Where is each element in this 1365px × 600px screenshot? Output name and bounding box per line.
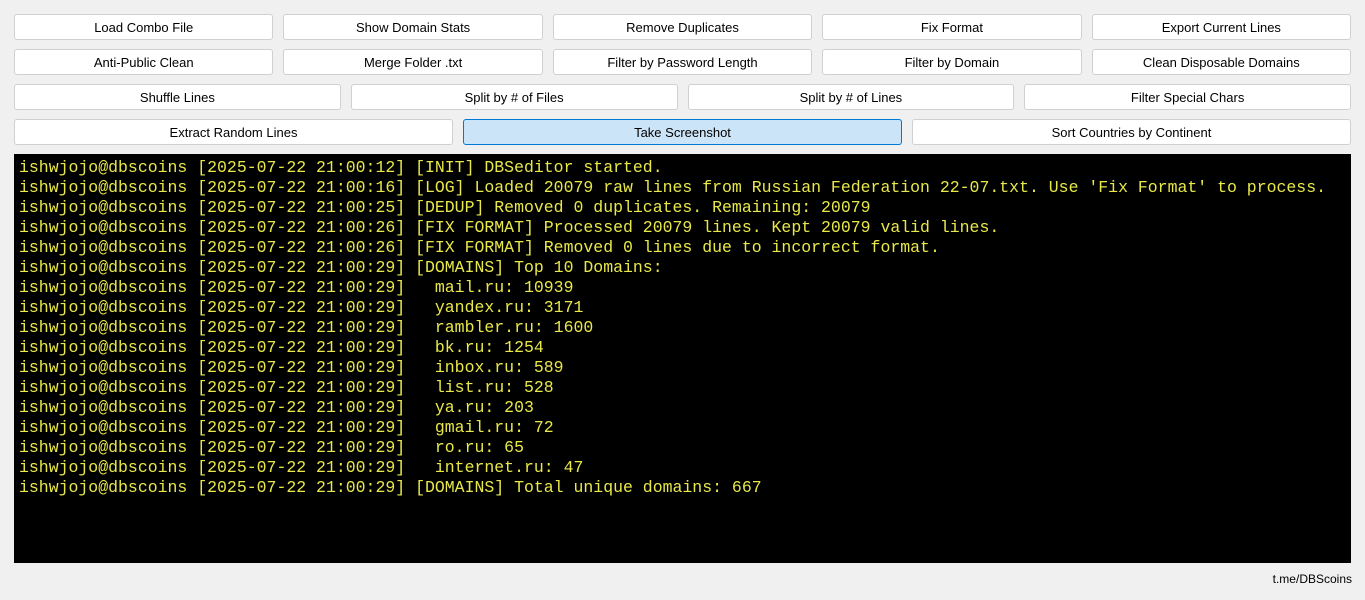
log-console[interactable]: ishwjojo@dbscoins [2025-07-22 21:00:12] … — [14, 154, 1351, 563]
log-line: ishwjojo@dbscoins [2025-07-22 21:00:26] … — [19, 218, 1000, 237]
shuffle-lines-button[interactable]: Shuffle Lines — [14, 84, 341, 110]
button-toolbar: Load Combo File Show Domain Stats Remove… — [14, 14, 1352, 154]
button-row-1: Load Combo File Show Domain Stats Remove… — [14, 14, 1352, 40]
sort-countries-by-continent-button[interactable]: Sort Countries by Continent — [912, 119, 1351, 145]
export-current-lines-button[interactable]: Export Current Lines — [1091, 14, 1352, 40]
clean-disposable-domains-button[interactable]: Clean Disposable Domains — [1091, 49, 1352, 75]
button-row-4: Extract Random Lines Take Screenshot Sor… — [14, 119, 1351, 145]
fix-format-button[interactable]: Fix Format — [822, 14, 1082, 40]
log-line: ishwjojo@dbscoins [2025-07-22 21:00:29] … — [19, 478, 762, 497]
extract-random-lines-button[interactable]: Extract Random Lines — [14, 119, 453, 145]
log-line: ishwjojo@dbscoins [2025-07-22 21:00:29] … — [19, 358, 564, 377]
log-line: ishwjojo@dbscoins [2025-07-22 21:00:29] … — [19, 418, 554, 437]
button-row-3: Shuffle Lines Split by # of Files Split … — [14, 84, 1351, 110]
log-line: ishwjojo@dbscoins [2025-07-22 21:00:29] … — [19, 338, 544, 357]
log-line: ishwjojo@dbscoins [2025-07-22 21:00:29] … — [19, 458, 584, 477]
split-by-lines-button[interactable]: Split by # of Lines — [687, 84, 1015, 110]
log-line: ishwjojo@dbscoins [2025-07-22 21:00:25] … — [19, 198, 871, 217]
show-domain-stats-button[interactable]: Show Domain Stats — [283, 14, 543, 40]
log-line: ishwjojo@dbscoins [2025-07-22 21:00:29] … — [19, 438, 524, 457]
log-line: ishwjojo@dbscoins [2025-07-22 21:00:29] … — [19, 278, 574, 297]
take-screenshot-button[interactable]: Take Screenshot — [463, 119, 902, 145]
telegram-link[interactable]: t.me/DBScoins — [1273, 572, 1352, 586]
log-line: ishwjojo@dbscoins [2025-07-22 21:00:12] … — [19, 158, 663, 177]
log-line: ishwjojo@dbscoins [2025-07-22 21:00:29] … — [19, 318, 594, 337]
log-line: ishwjojo@dbscoins [2025-07-22 21:00:29] … — [19, 258, 663, 277]
log-line: ishwjojo@dbscoins [2025-07-22 21:00:29] … — [19, 298, 584, 317]
log-line: ishwjojo@dbscoins [2025-07-22 21:00:16] … — [19, 178, 1327, 197]
log-line: ishwjojo@dbscoins [2025-07-22 21:00:29] … — [19, 398, 534, 417]
anti-public-clean-button[interactable]: Anti-Public Clean — [14, 49, 274, 75]
filter-special-chars-button[interactable]: Filter Special Chars — [1024, 84, 1351, 110]
merge-folder-txt-button[interactable]: Merge Folder .txt — [283, 49, 543, 75]
log-line: ishwjojo@dbscoins [2025-07-22 21:00:26] … — [19, 238, 940, 257]
filter-by-domain-button[interactable]: Filter by Domain — [822, 49, 1082, 75]
button-row-2: Anti-Public Clean Merge Folder .txt Filt… — [14, 49, 1352, 75]
filter-by-password-length-button[interactable]: Filter by Password Length — [552, 49, 813, 75]
log-line: ishwjojo@dbscoins [2025-07-22 21:00:29] … — [19, 378, 554, 397]
remove-duplicates-button[interactable]: Remove Duplicates — [552, 14, 813, 40]
split-by-files-button[interactable]: Split by # of Files — [350, 84, 678, 110]
load-combo-file-button[interactable]: Load Combo File — [14, 14, 274, 40]
